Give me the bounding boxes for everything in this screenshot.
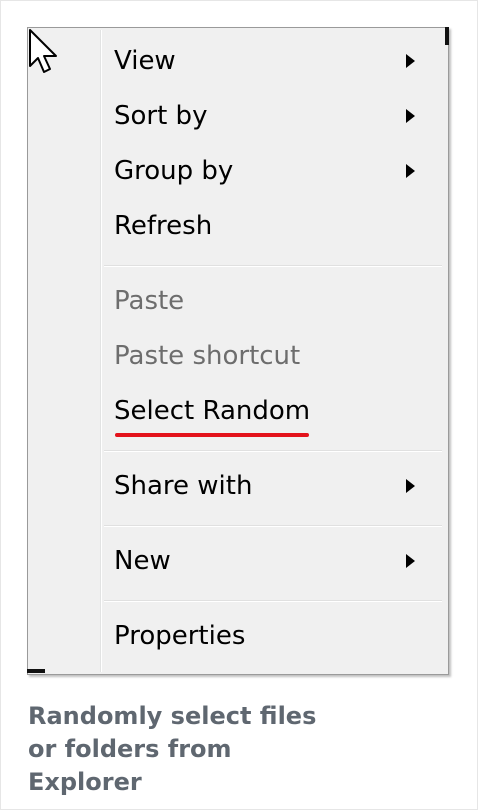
submenu-arrow-icon — [406, 109, 415, 123]
menu-corner-mark — [445, 27, 449, 45]
menu-corner-mark — [27, 669, 45, 673]
caption-line: or folders from — [28, 735, 232, 763]
submenu-arrow-icon — [406, 479, 415, 493]
select-random-red-underline — [115, 433, 309, 437]
menu-gutter-divider — [100, 30, 102, 672]
menu-item-paste: Paste — [114, 286, 185, 316]
menu-separator — [104, 450, 442, 452]
menu-separator — [104, 265, 442, 267]
image-caption: Randomly select files or folders from Ex… — [28, 700, 368, 799]
menu-separator — [104, 525, 442, 527]
menu-icon-gutter — [28, 28, 100, 674]
menu-item-view[interactable]: View — [114, 36, 434, 86]
submenu-arrow-icon — [406, 164, 415, 178]
menu-item-new[interactable]: New — [114, 536, 434, 586]
menu-item-properties[interactable]: Properties — [114, 611, 434, 661]
menu-item-share-with[interactable]: Share with — [114, 461, 434, 511]
submenu-arrow-icon — [406, 54, 415, 68]
mouse-pointer-icon — [29, 29, 57, 73]
menu-item-refresh[interactable]: Refresh — [114, 201, 434, 251]
caption-line: Explorer — [28, 768, 142, 796]
context-menu: View Sort by Group by Refresh Paste Past… — [27, 27, 449, 675]
menu-item-paste-shortcut: Paste shortcut — [114, 341, 301, 371]
menu-item-group-by[interactable]: Group by — [114, 146, 434, 196]
menu-separator — [104, 600, 442, 602]
menu-item-select-random[interactable]: Select Random — [114, 386, 434, 436]
submenu-arrow-icon — [406, 554, 415, 568]
menu-item-sort-by[interactable]: Sort by — [114, 91, 434, 141]
caption-line: Randomly select files — [28, 702, 317, 730]
